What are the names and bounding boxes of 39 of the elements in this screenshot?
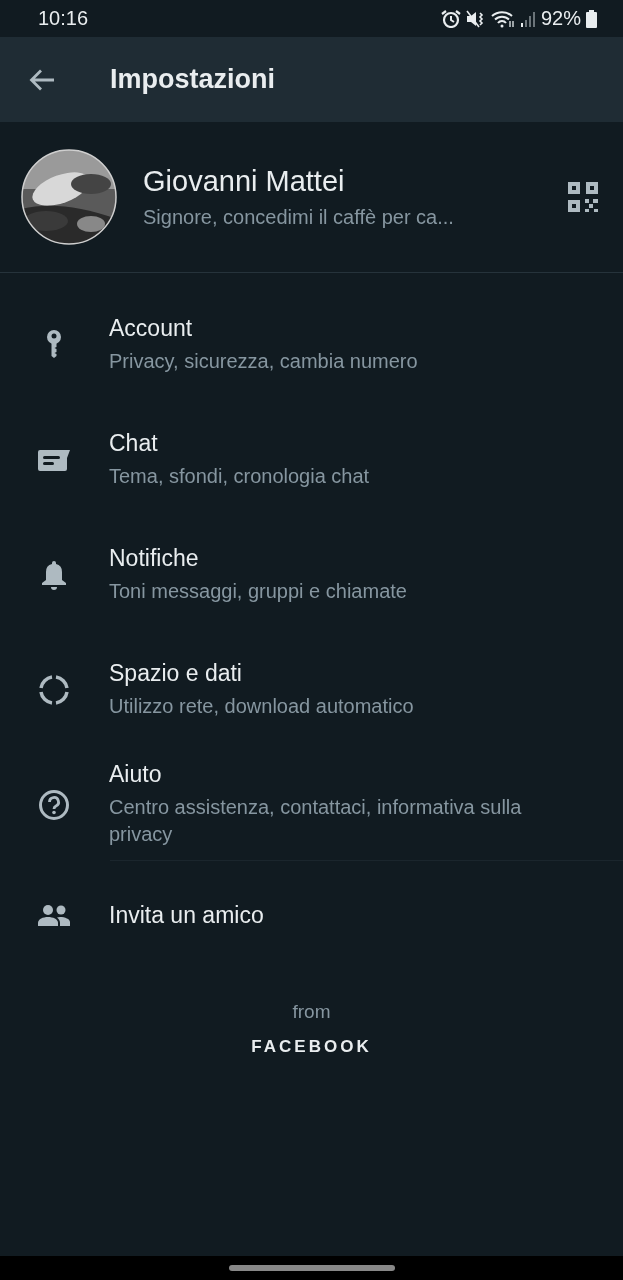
mute-vibrate-icon: [465, 9, 486, 28]
from-label: from: [292, 1001, 331, 1023]
people-icon: [37, 904, 71, 926]
key-icon: [46, 328, 62, 361]
item-title: Chat: [109, 429, 159, 457]
item-title: Aiuto: [109, 761, 163, 788]
item-title: Notifiche: [109, 544, 200, 572]
settings-item[interactable]: Chat Tema, sfondi, cronologia chat: [0, 402, 623, 517]
item-description: Toni messaggi, gruppi e chiamate: [109, 578, 407, 604]
battery-percentage: 92%: [540, 7, 581, 30]
back-button[interactable]: [29, 67, 57, 92]
item-description: Utilizzo rete, download automatico: [109, 693, 414, 719]
item-title: Spazio e dati: [109, 659, 243, 687]
item-description: Tema, sfondi, cronologia chat: [109, 463, 370, 489]
bell-icon: [41, 559, 67, 590]
item-description: Privacy, sicurezza, cambia numero: [109, 348, 418, 374]
invite-item[interactable]: Invita un amico: [0, 861, 623, 969]
alarm-icon: [440, 9, 461, 28]
profile-status: Signore, concedimi il caffè per ca...: [143, 206, 455, 229]
settings-item[interactable]: Aiuto Centro assistenza, contattaci, informativa sulla privacy: [0, 747, 623, 862]
settings-item[interactable]: Notifiche Toni messaggi, gruppi e chiamate: [0, 517, 623, 632]
profile-name: Giovanni Mattei: [143, 165, 346, 198]
circular-progress-icon: [38, 673, 70, 706]
signal-icon: [519, 9, 536, 28]
home-handle[interactable]: [228, 1265, 395, 1271]
settings-item[interactable]: Account Privacy, sicurezza, cambia numero: [0, 287, 623, 402]
item-description: Centro assistenza, contattaci, informativa sulla privacy: [109, 795, 523, 847]
settings-item[interactable]: Spazio e dati Utilizzo rete, download automatico: [0, 632, 623, 747]
screen-title: Impostazioni: [110, 64, 275, 95]
clock: 10:16: [38, 7, 89, 30]
profile-row[interactable]: Giovanni Mattei Signore, concedimi il caffè per ca...: [0, 122, 623, 273]
wifi-icon: [490, 9, 515, 28]
item-title: Invita un amico: [109, 901, 264, 929]
help-icon: [38, 788, 70, 821]
item-title: Account: [109, 314, 194, 342]
qr-code-button[interactable]: [567, 181, 599, 213]
chat-icon: [37, 447, 71, 472]
battery-icon: [586, 9, 597, 28]
brand-label: FACEBOOK: [251, 1037, 372, 1057]
